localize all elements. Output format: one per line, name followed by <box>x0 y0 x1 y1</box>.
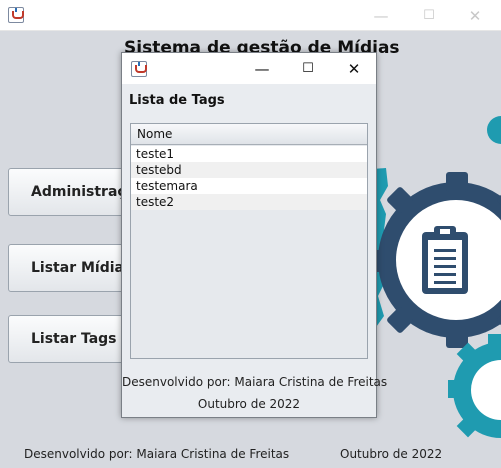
dialog-heading: Lista de Tags <box>129 93 225 108</box>
minimize-button[interactable]: — <box>358 0 404 31</box>
tags-dialog: — ☐ ✕ Lista de Tags Nome teste1 testebd … <box>121 52 388 418</box>
clipboard-icon <box>422 226 468 294</box>
table-row[interactable]: testemara <box>131 178 367 194</box>
table-row[interactable]: testebd <box>131 162 367 178</box>
tags-table[interactable]: Nome teste1 testebd testemara teste2 <box>130 123 368 359</box>
table-row[interactable]: teste2 <box>131 194 367 210</box>
dialog-minimize-button[interactable]: — <box>240 53 284 84</box>
java-icon <box>8 7 24 23</box>
footer-date: Outubro de 2022 <box>340 447 443 461</box>
administracao-button[interactable]: Administração <box>8 168 128 216</box>
listar-tags-button[interactable]: Listar Tags <box>8 315 128 363</box>
gear-icon <box>360 116 501 438</box>
dialog-maximize-button[interactable]: ☐ <box>286 53 330 84</box>
dialog-footer-developer: Desenvolvido por: Maiara Cristina de Fre… <box>122 375 388 389</box>
main-titlebar: — ☐ ✕ <box>0 0 501 31</box>
dialog-footer-date: Outubro de 2022 <box>197 397 301 411</box>
footer-developer: Desenvolvido por: Maiara Cristina de Fre… <box>24 447 290 461</box>
dialog-titlebar: — ☐ ✕ <box>122 53 376 84</box>
java-icon <box>131 61 147 77</box>
listar-midias-button[interactable]: Listar Mídias <box>8 244 128 292</box>
close-button[interactable]: ✕ <box>452 0 498 31</box>
table-header-nome[interactable]: Nome <box>131 124 367 145</box>
table-row[interactable]: teste1 <box>131 146 367 162</box>
maximize-button[interactable]: ☐ <box>406 0 452 31</box>
dialog-close-button[interactable]: ✕ <box>332 53 376 84</box>
